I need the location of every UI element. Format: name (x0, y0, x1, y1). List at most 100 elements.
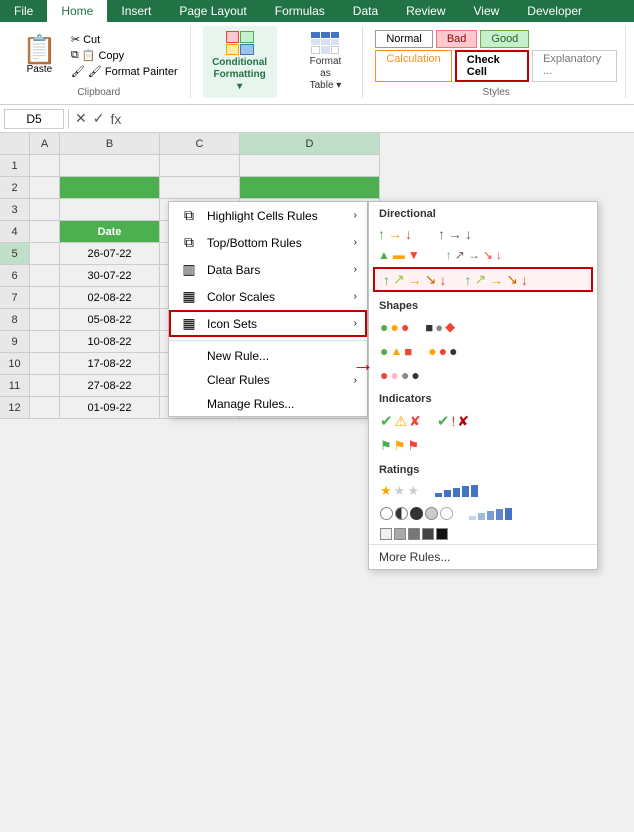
ratings-title: Ratings (369, 458, 597, 479)
icon-set-bars-5[interactable] (432, 481, 488, 501)
cell-b9[interactable]: 10-08-22 (60, 331, 160, 353)
icon-set-3arrows-colored[interactable]: ↑ → ↓ ↑ → ↓ (369, 223, 597, 245)
row-header-12[interactable]: 12 (0, 397, 30, 419)
copy-button[interactable]: ⧉ 📋 Copy (67, 48, 182, 63)
formula-input[interactable] (127, 110, 630, 128)
icon-set-flags[interactable]: ⚑ ⚑ ⚑ (377, 436, 589, 456)
style-calculation-badge[interactable]: Calculation (375, 50, 451, 82)
confirm-formula-button[interactable]: ✓ (91, 110, 107, 127)
cell-b5[interactable]: 26-07-22 (60, 243, 160, 265)
icon-set-circles-bw[interactable] (377, 505, 456, 522)
paste-button[interactable]: 📋 Paste (16, 32, 63, 79)
insert-function-button[interactable]: fx (108, 110, 123, 127)
cf-menu-clear-rules[interactable]: Clear Rules › (169, 368, 367, 392)
cell-a6[interactable] (30, 265, 60, 287)
row-header-2[interactable]: 2 (0, 177, 30, 199)
row-header-6[interactable]: 6 (0, 265, 30, 287)
cell-d1[interactable] (240, 155, 380, 177)
cell-a9[interactable] (30, 331, 60, 353)
format-as-table-button[interactable]: Format asTable ▾ (297, 28, 355, 96)
icon-set-stars[interactable]: ★ ★ ★ (377, 481, 422, 501)
row-header-11[interactable]: 11 (0, 375, 30, 397)
cell-a11[interactable] (30, 375, 60, 397)
cell-b2[interactable] (60, 177, 160, 199)
cell-c2[interactable] (160, 177, 240, 199)
col-header-b[interactable]: B (60, 133, 160, 155)
tab-view[interactable]: View (460, 0, 514, 22)
icon-sets-submenu[interactable]: Directional ↑ → ↓ ↑ → ↓ ▲ ▬ ▼ ↑ ↗ → ↘ (368, 201, 598, 570)
cell-a3[interactable] (30, 199, 60, 221)
cell-a10[interactable] (30, 353, 60, 375)
style-normal-badge[interactable]: Normal (375, 30, 432, 48)
col-header-d[interactable]: D (240, 133, 380, 155)
cf-menu-icon-sets[interactable]: ▦ Icon Sets › (169, 310, 367, 337)
tab-data[interactable]: Data (339, 0, 392, 22)
cell-b12[interactable]: 01-09-22 (60, 397, 160, 419)
cell-b8[interactable]: 05-08-22 (60, 309, 160, 331)
cell-b7[interactable]: 02-08-22 (60, 287, 160, 309)
more-rules-button[interactable]: More Rules... (369, 544, 597, 569)
cell-b4[interactable]: Date (60, 221, 160, 243)
tab-insert[interactable]: Insert (107, 0, 165, 22)
icon-set-check-colored[interactable]: ✔ ⚠ ✘ (377, 410, 424, 432)
tab-formulas[interactable]: Formulas (261, 0, 339, 22)
cell-a5[interactable] (30, 243, 60, 265)
tab-review[interactable]: Review (392, 0, 459, 22)
cell-a7[interactable] (30, 287, 60, 309)
cf-menu-manage-rules[interactable]: Manage Rules... (169, 392, 367, 416)
icon-set-bars-5-gray[interactable] (466, 505, 522, 522)
row-header-7[interactable]: 7 (0, 287, 30, 309)
cell-a4[interactable] (30, 221, 60, 243)
style-bad-badge[interactable]: Bad (436, 30, 478, 48)
top-bottom-label: Top/Bottom Rules (207, 236, 302, 250)
cell-c1[interactable] (160, 155, 240, 177)
icon-set-shapes-3[interactable]: ● ● ● (425, 341, 460, 361)
cell-a8[interactable] (30, 309, 60, 331)
cell-b6[interactable]: 30-07-22 (60, 265, 160, 287)
col-header-c[interactable]: C (160, 133, 240, 155)
tab-file[interactable]: File (0, 0, 47, 22)
tab-developer[interactable]: Developer (513, 0, 596, 22)
row-header-9[interactable]: 9 (0, 331, 30, 353)
cf-menu-data-bars[interactable]: ▥ Data Bars › (169, 256, 367, 283)
icon-set-squares-bw[interactable] (377, 526, 589, 542)
row-header-1[interactable]: 1 (0, 155, 30, 177)
cf-menu-color-scales[interactable]: ▦ Color Scales › (169, 283, 367, 310)
icon-set-4arrows[interactable]: ↑ ↗ → ↘ ↓ ↑ ↗ → ↘ ↓ (373, 267, 593, 292)
cf-dropdown-menu[interactable]: ⧉ Highlight Cells Rules › ⧉ Top/Bottom R… (168, 201, 368, 417)
cell-b10[interactable]: 17-08-22 (60, 353, 160, 375)
cf-menu-new-rule[interactable]: New Rule... (169, 344, 367, 368)
cf-menu-highlight-cells[interactable]: ⧉ Highlight Cells Rules › (169, 202, 367, 229)
cell-d2[interactable] (240, 177, 380, 199)
conditional-formatting-button[interactable]: ConditionalFormatting ▾ (203, 26, 277, 98)
cancel-formula-button[interactable]: ✕ (73, 110, 89, 127)
row-header-5[interactable]: 5 (0, 243, 30, 265)
icon-set-3triangles[interactable]: ▲ ▬ ▼ ↑ ↗ → ↘ ↓ (369, 245, 597, 265)
icon-set-circles-colored[interactable]: ● ● ● (377, 317, 412, 337)
cell-b1[interactable] (60, 155, 160, 177)
tab-page-layout[interactable]: Page Layout (165, 0, 260, 22)
row-header-4[interactable]: 4 (0, 221, 30, 243)
style-good-badge[interactable]: Good (480, 30, 529, 48)
cell-reference-input[interactable]: D5 (4, 109, 64, 129)
cell-b3[interactable] (60, 199, 160, 221)
tab-home[interactable]: Home (47, 0, 107, 22)
style-explanatory-badge[interactable]: Explanatory ... (532, 50, 617, 82)
ribbon-content: 📋 Paste ✂ Cut ⧉ 📋 Copy 🖌 🖌 Format Painte… (0, 22, 634, 104)
row-header-10[interactable]: 10 (0, 353, 30, 375)
row-header-3[interactable]: 3 (0, 199, 30, 221)
icon-set-shapes-2[interactable]: ● ▲ ■ (377, 341, 415, 361)
cell-a12[interactable] (30, 397, 60, 419)
style-check-cell-badge[interactable]: Check Cell (455, 50, 529, 82)
row-header-8[interactable]: 8 (0, 309, 30, 331)
cut-button[interactable]: ✂ Cut (67, 32, 182, 47)
cf-menu-top-bottom[interactable]: ⧉ Top/Bottom Rules › (169, 229, 367, 256)
icon-set-shapes-4[interactable]: ● ● ● ● (377, 365, 589, 385)
cell-a2[interactable] (30, 177, 60, 199)
format-painter-button[interactable]: 🖌 🖌 Format Painter (67, 64, 182, 79)
cell-b11[interactable]: 27-08-22 (60, 375, 160, 397)
cell-a1[interactable] (30, 155, 60, 177)
icon-set-check-black[interactable]: ✔ ! ✘ (434, 410, 472, 432)
icon-set-squares-colored[interactable]: ■ ● ◆ (422, 317, 458, 337)
col-header-a[interactable]: A (30, 133, 60, 155)
